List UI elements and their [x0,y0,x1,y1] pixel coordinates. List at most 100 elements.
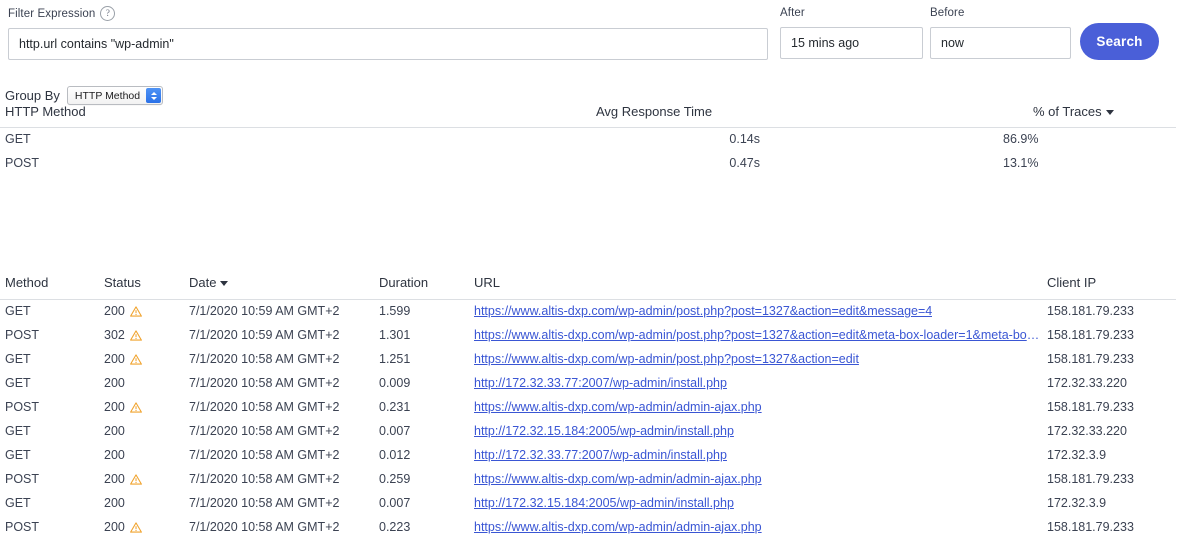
summary-table-row[interactable]: POST 0.47s 13.1% [0,152,1176,176]
table-row[interactable]: GET 200 7/1/2020 10:58 AM GMT+2 0.012 http:/… [0,444,1176,468]
status-code: 200 [104,376,125,390]
search-button[interactable]: Search [1080,23,1159,60]
traces-header-url[interactable]: URL [474,275,500,290]
group-by-label: Group By [5,88,60,103]
search-toolbar: Filter Expression ? After Before Search [0,0,1182,78]
summary-cell-avg-response-time: 0.14s [729,132,760,146]
traces-header-method[interactable]: Method [5,275,48,290]
filter-expression-label: Filter Expression [8,7,96,20]
before-group: Before [930,6,1071,59]
cell-method: POST [5,328,40,342]
cell-client-ip: 158.181.79.233 [1047,352,1134,366]
warning-triangle-icon [129,473,142,485]
after-group: After [780,6,923,59]
cell-client-ip: 172.32.3.9 [1047,496,1107,510]
cell-method: GET [5,448,31,462]
traces-header-date[interactable]: Date [189,275,229,290]
cell-method: POST [5,520,40,534]
traces-header-duration[interactable]: Duration [379,275,428,290]
summary-header-pct-of-traces[interactable]: % of Traces [1033,104,1114,119]
chevron-updown-icon [146,88,162,103]
cell-duration: 0.259 [379,472,411,486]
table-row[interactable]: GET 200 7/1/2020 10:58 AM GMT+2 0.009 http:/… [0,372,1176,396]
cell-duration: 0.009 [379,376,411,390]
cell-date: 7/1/2020 10:58 AM GMT+2 [189,472,340,486]
cell-duration: 0.231 [379,400,411,414]
filter-expression-input[interactable] [8,28,768,60]
summary-cell-avg-response-time: 0.47s [729,156,760,170]
cell-url: https://www.altis-dxp.com/wp-admin/admin… [474,520,762,534]
warning-triangle-icon [129,305,142,317]
filter-expression-label-row: Filter Expression ? [8,6,768,21]
cell-date: 7/1/2020 10:59 AM GMT+2 [189,328,340,342]
cell-client-ip: 158.181.79.233 [1047,304,1134,318]
group-by-row: Group By HTTP Method [5,86,164,105]
cell-url: https://www.altis-dxp.com/wp-admin/admin… [474,472,762,486]
warning-triangle-icon [129,353,142,365]
status-code: 200 [104,448,125,462]
status-code: 200 [104,496,125,510]
summary-header-method[interactable]: HTTP Method [5,104,86,119]
table-row[interactable]: POST 200 7/1/2020 10:58 AM GMT+2 0.223 https… [0,516,1176,540]
traces-table-body: GET 200 7/1/2020 10:59 AM GMT+2 1.599 https:… [0,300,1176,540]
cell-url: https://www.altis-dxp.com/wp-admin/admin… [474,400,762,414]
table-row[interactable]: GET 200 7/1/2020 10:59 AM GMT+2 1.599 https:… [0,300,1176,324]
cell-client-ip: 172.32.3.9 [1047,448,1107,462]
cell-duration: 0.012 [379,448,411,462]
url-link[interactable]: https://www.altis-dxp.com/wp-admin/post.… [474,352,859,366]
after-input[interactable] [780,27,923,59]
table-row[interactable]: GET 200 7/1/2020 10:58 AM GMT+2 0.007 http:/… [0,420,1176,444]
table-row[interactable]: GET 200 7/1/2020 10:58 AM GMT+2 0.007 http:/… [0,492,1176,516]
group-by-select[interactable]: HTTP Method [66,86,164,105]
cell-method: GET [5,304,31,318]
cell-client-ip: 158.181.79.233 [1047,328,1134,342]
url-link[interactable]: https://www.altis-dxp.com/wp-admin/post.… [474,328,1042,342]
summary-header-avg-response-time[interactable]: Avg Response Time [596,104,712,119]
summary-cell-pct-of-traces: 13.1% [1003,156,1039,170]
traces-header-status[interactable]: Status [104,275,141,290]
cell-duration: 0.007 [379,496,411,510]
url-link[interactable]: http://172.32.15.184:2005/wp-admin/insta… [474,496,734,510]
url-link[interactable]: http://172.32.33.77:2007/wp-admin/instal… [474,376,727,390]
cell-status: 200 [104,448,125,462]
sort-desc-icon [1105,110,1114,115]
cell-date: 7/1/2020 10:58 AM GMT+2 [189,400,340,414]
url-link[interactable]: https://www.altis-dxp.com/wp-admin/admin… [474,472,762,486]
url-link[interactable]: http://172.32.33.77:2007/wp-admin/instal… [474,448,727,462]
cell-status: 200 [104,520,142,534]
summary-table: HTTP Method Avg Response Time % of Trace… [0,104,1176,176]
summary-cell-method: POST [5,156,40,170]
cell-duration: 0.007 [379,424,411,438]
cell-date: 7/1/2020 10:58 AM GMT+2 [189,496,340,510]
cell-duration: 1.301 [379,328,411,342]
filter-expression-group: Filter Expression ? [8,6,768,60]
cell-date: 7/1/2020 10:58 AM GMT+2 [189,424,340,438]
table-row[interactable]: GET 200 7/1/2020 10:58 AM GMT+2 1.251 https:… [0,348,1176,372]
cell-method: GET [5,424,31,438]
cell-status: 200 [104,496,125,510]
sort-desc-icon [220,281,229,286]
cell-status: 200 [104,424,125,438]
cell-status: 302 [104,328,142,342]
summary-table-row[interactable]: GET 0.14s 86.9% [0,128,1176,152]
url-link[interactable]: https://www.altis-dxp.com/wp-admin/post.… [474,304,932,318]
before-input[interactable] [930,27,1071,59]
cell-client-ip: 158.181.79.233 [1047,472,1134,486]
url-link[interactable]: https://www.altis-dxp.com/wp-admin/admin… [474,400,762,414]
table-row[interactable]: POST 302 7/1/2020 10:59 AM GMT+2 1.301 https… [0,324,1176,348]
cell-duration: 1.599 [379,304,411,318]
traces-header-client-ip[interactable]: Client IP [1047,275,1096,290]
table-row[interactable]: POST 200 7/1/2020 10:58 AM GMT+2 0.259 https… [0,468,1176,492]
url-link[interactable]: http://172.32.15.184:2005/wp-admin/insta… [474,424,734,438]
cell-date: 7/1/2020 10:58 AM GMT+2 [189,448,340,462]
cell-date: 7/1/2020 10:58 AM GMT+2 [189,520,340,534]
cell-date: 7/1/2020 10:59 AM GMT+2 [189,304,340,318]
help-circle-icon[interactable]: ? [100,6,116,21]
group-by-selected-value: HTTP Method [74,89,141,102]
status-code: 302 [104,328,125,342]
cell-method: GET [5,376,31,390]
url-link[interactable]: https://www.altis-dxp.com/wp-admin/admin… [474,520,762,534]
table-row[interactable]: POST 200 7/1/2020 10:58 AM GMT+2 0.231 https… [0,396,1176,420]
status-code: 200 [104,520,125,534]
summary-header-pct-label: % of Traces [1033,104,1102,119]
